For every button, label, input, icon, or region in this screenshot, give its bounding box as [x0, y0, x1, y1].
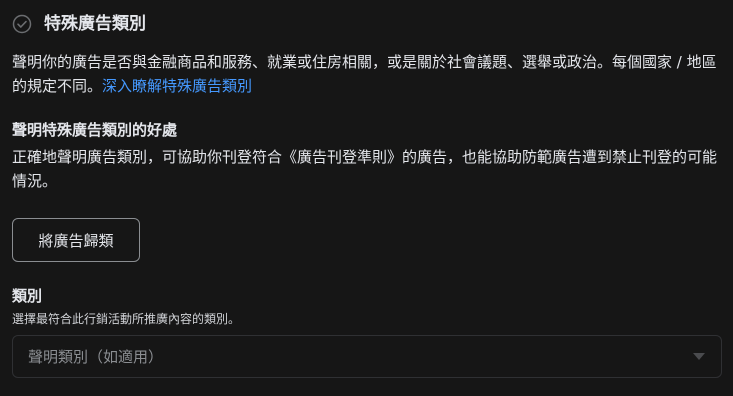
section-header: 特殊廣告類別 [12, 13, 146, 35]
benefits-text: 正確地聲明廣告類別，可協助你刊登符合《廣告刊登準則》的廣告，也能協助防範廣告遭到… [12, 148, 718, 190]
category-field-help: 選擇最符合此行銷活動所推廣內容的類別。 [12, 312, 241, 326]
category-select-placeholder: 聲明類別（如適用） [28, 348, 164, 366]
caret-down-icon [693, 353, 705, 360]
category-select[interactable]: 聲明類別（如適用） [12, 335, 722, 378]
section-title: 特殊廣告類別 [44, 14, 146, 34]
classify-ad-button[interactable]: 將廣告歸類 [12, 218, 140, 262]
special-ad-category-panel: 特殊廣告類別 聲明你的廣告是否與金融商品和服務、就業或住房相關，或是關於社會議題… [0, 0, 733, 396]
category-field-label: 類別 [12, 287, 43, 305]
section-description: 聲明你的廣告是否與金融商品和服務、就業或住房相關，或是關於社會議題、選舉或政治。… [12, 50, 722, 98]
check-circle-icon [12, 14, 32, 34]
benefits-title: 聲明特殊廣告類別的好處 [12, 121, 178, 139]
learn-more-link[interactable]: 深入瞭解特殊廣告類別 [102, 77, 252, 95]
